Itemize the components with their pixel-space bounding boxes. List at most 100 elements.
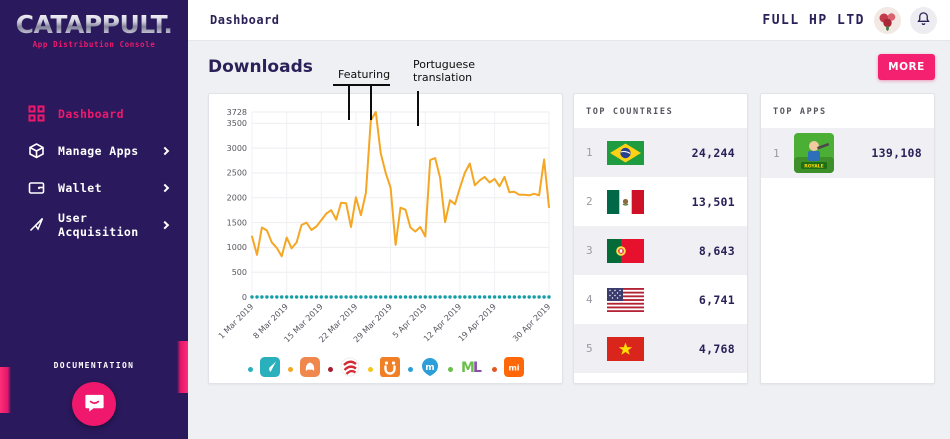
svg-text:1 Mar 2019: 1 Mar 2019 [217, 302, 256, 341]
content-header: Downloads MORE [208, 54, 935, 80]
legend-dot [368, 367, 373, 372]
sidebar-menu: Dashboard Manage Apps Wallet [0, 95, 188, 243]
legend-dot [492, 367, 497, 372]
svg-text:3728: 3728 [227, 108, 247, 117]
annotation-line [348, 86, 350, 120]
u-dots-store-icon [380, 357, 400, 381]
m-drop-store-icon: m [420, 357, 440, 381]
svg-text:5 Apr 2019: 5 Apr 2019 [391, 302, 429, 340]
top-apps-title: TOP APPS [761, 94, 934, 128]
wallet-icon [28, 179, 45, 196]
legend-item-swirl-store-icon[interactable] [328, 357, 360, 381]
bell-icon [916, 11, 931, 30]
rank-label: 2 [586, 195, 602, 208]
sidebar-item-label: Wallet [58, 181, 102, 195]
main-area: Dashboard FULL HP LTD Downloads MORE [188, 0, 950, 439]
chevron-right-icon [161, 183, 169, 191]
topbar: Dashboard FULL HP LTD [188, 0, 950, 41]
cards-row: 050010001500200025003000350037281 Mar 20… [208, 93, 935, 384]
legend-dot [448, 367, 453, 372]
table-row[interactable]: 4 6,741 [574, 275, 747, 324]
chevron-right-icon [161, 220, 169, 228]
legend-dot [248, 367, 253, 372]
brand-logo: CATAPPULT. [0, 10, 188, 39]
brand-block[interactable]: CATAPPULT. App Distribution Console [0, 0, 188, 49]
annotation-portuguese-label: Portuguese translation [413, 58, 485, 84]
top-apps-card: TOP APPS 1 ROYALE 139,108 [760, 93, 935, 384]
svg-text:1500: 1500 [227, 218, 247, 227]
top-countries-rows: 1 24,244 2 13,501 38,643 4 6,741 54,768 [574, 128, 747, 373]
downloads-value: 6,741 [699, 293, 735, 307]
svg-text:2000: 2000 [227, 194, 247, 203]
brazil-flag [607, 141, 644, 165]
svg-text:2500: 2500 [227, 169, 247, 178]
table-row[interactable]: 54,768 [574, 324, 747, 373]
box-icon [28, 142, 45, 159]
avatar[interactable] [874, 7, 901, 34]
dashboard-content: Downloads MORE 0500100015002000250030003… [188, 54, 950, 384]
downloads-chart-card: 050010001500200025003000350037281 Mar 20… [208, 93, 563, 384]
rank-label: 1 [773, 147, 789, 160]
chat-button[interactable] [72, 382, 116, 426]
vietnam-flag [607, 337, 644, 361]
sidebar-item-wallet[interactable]: Wallet [0, 169, 188, 206]
downloads-value: 13,501 [692, 195, 735, 209]
sidebar-item-label: Manage Apps [58, 144, 139, 158]
legend-item-u-dots-store-icon[interactable] [368, 357, 400, 381]
legend-item-ml-letters-store-icon[interactable]: ML [448, 357, 484, 381]
rank-label: 5 [586, 342, 602, 355]
chevron-right-icon [161, 146, 169, 154]
rank-label: 4 [586, 293, 602, 306]
usa-flag [607, 288, 644, 312]
paper-plane-store-icon [260, 357, 280, 381]
legend-dot [288, 367, 293, 372]
svg-text:500: 500 [232, 268, 247, 277]
svg-text:0: 0 [242, 293, 247, 302]
top-apps-rows: 1 ROYALE 139,108 [761, 128, 934, 178]
chart-legend: m ML mi [216, 356, 555, 382]
legend-item-m-drop-store-icon[interactable]: m [408, 357, 440, 381]
svg-text:m: m [425, 363, 434, 373]
sidebar-item-user-acquisition[interactable]: User Acquisition [0, 206, 188, 243]
mi-store-icon: mi [504, 357, 524, 381]
svg-text:ROYALE: ROYALE [804, 164, 823, 170]
sidebar-footer: DOCUMENTATION [0, 361, 188, 426]
table-row[interactable]: 38,643 [574, 226, 747, 275]
more-button[interactable]: MORE [878, 54, 935, 80]
downloads-value: 139,108 [871, 146, 922, 160]
downloads-value: 24,244 [692, 146, 735, 160]
pink-accent-bar-right [177, 341, 188, 393]
table-row[interactable]: 1 24,244 [574, 128, 747, 177]
chat-bubble-icon [83, 391, 106, 418]
account-name[interactable]: FULL HP LTD [762, 13, 865, 28]
sidebar-item-label: Dashboard [58, 107, 124, 121]
annotation-line [417, 91, 419, 126]
legend-item-mi-store-icon[interactable]: mi [492, 357, 524, 381]
sidebar-item-label: User Acquisition [58, 211, 162, 239]
rank-label: 3 [586, 244, 602, 257]
mexico-flag [607, 190, 644, 214]
pink-accent-bar-left [0, 367, 11, 413]
ml-letters-store-icon: ML [460, 357, 484, 381]
svg-text:3500: 3500 [227, 119, 247, 128]
sidebar-item-manage-apps[interactable]: Manage Apps [0, 132, 188, 169]
sidebar-item-dashboard[interactable]: Dashboard [0, 95, 188, 132]
downloads-line-chart[interactable]: 050010001500200025003000350037281 Mar 20… [216, 100, 555, 356]
svg-text:L: L [473, 360, 482, 376]
rank-label: 1 [586, 146, 602, 159]
top-countries-title: TOP COUNTRIES [574, 94, 747, 128]
table-row[interactable]: 2 13,501 [574, 177, 747, 226]
svg-text:30 Apr 2019: 30 Apr 2019 [511, 302, 552, 343]
rocket-icon [28, 216, 45, 233]
app-root: CATAPPULT. App Distribution Console Dash… [0, 0, 950, 439]
grid-icon [28, 105, 45, 122]
topbar-right: FULL HP LTD [762, 7, 937, 34]
notifications-button[interactable] [910, 7, 937, 34]
legend-item-paper-plane-store-icon[interactable] [248, 357, 280, 381]
table-row[interactable]: 1 ROYALE 139,108 [761, 128, 934, 178]
svg-text:mi: mi [508, 364, 519, 373]
page-title: Dashboard [210, 13, 280, 27]
documentation-link[interactable]: DOCUMENTATION [0, 361, 188, 370]
battle-royale-app-icon: ROYALE [794, 133, 834, 173]
legend-item-bird-store-icon[interactable] [288, 357, 320, 381]
